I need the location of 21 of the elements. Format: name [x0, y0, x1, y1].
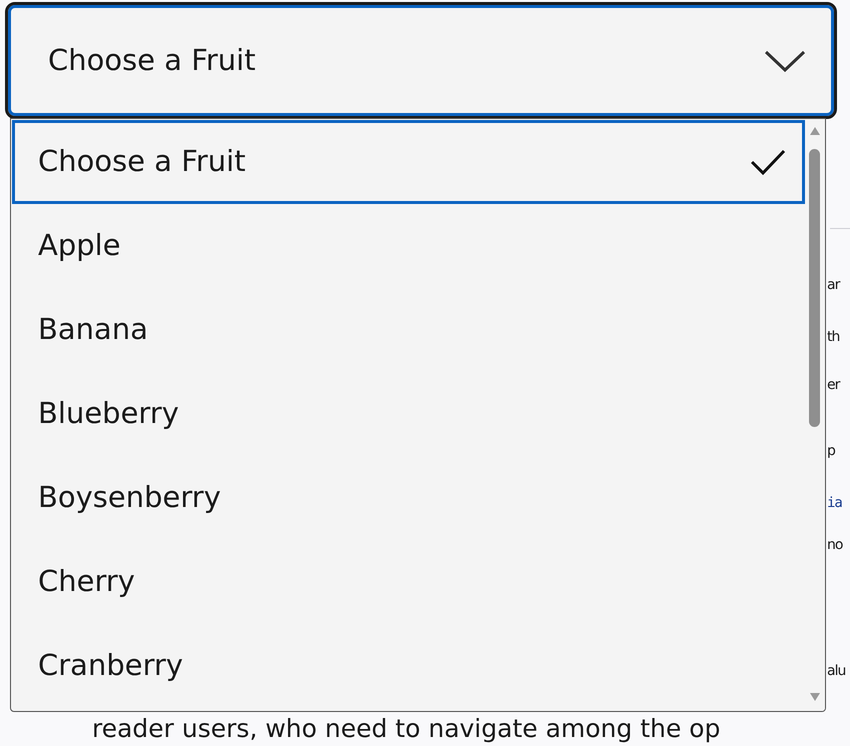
- dropdown-option[interactable]: Apple: [12, 204, 805, 288]
- scrollbar-thumb[interactable]: [809, 149, 820, 427]
- scroll-down-icon[interactable]: [810, 693, 820, 701]
- code-text: ia: [827, 494, 842, 513]
- paragraph-text: ar: [827, 276, 840, 295]
- chevron-down-icon: [764, 48, 806, 72]
- dropdown-option[interactable]: Choose a Fruit: [12, 120, 805, 204]
- dropdown-option[interactable]: Boysenberry: [12, 456, 805, 540]
- paragraph-text: er: [827, 376, 840, 395]
- paragraph-text: p: [827, 442, 835, 461]
- dropdown-option[interactable]: Cherry: [12, 540, 805, 624]
- dropdown-option[interactable]: Banana: [12, 288, 805, 372]
- dropdown-option[interactable]: Cranberry: [12, 624, 805, 708]
- paragraph-text: reader users, who need to navigate among the op: [92, 713, 720, 745]
- paragraph-text: alu: [827, 662, 846, 681]
- fruit-select[interactable]: Choose a Fruit: [5, 2, 837, 119]
- dropdown-option[interactable]: Blueberry: [12, 372, 805, 456]
- scroll-up-icon[interactable]: [810, 127, 820, 135]
- paragraph-text: no: [827, 536, 842, 555]
- paragraph-text: th: [827, 328, 840, 347]
- checkmark-icon: [750, 148, 786, 176]
